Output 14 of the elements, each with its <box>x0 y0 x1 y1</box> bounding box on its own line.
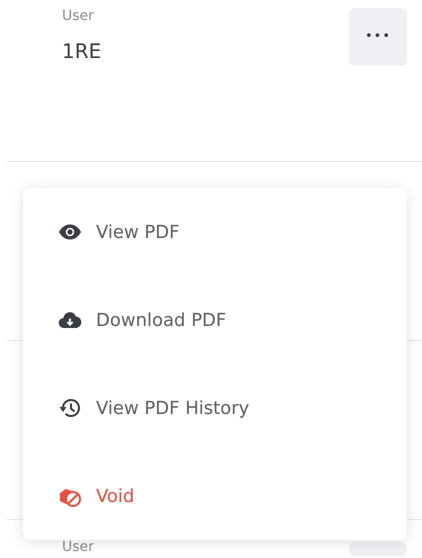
menu-item-label: Download PDF <box>96 308 226 332</box>
menu-item-label: View PDF History <box>96 396 250 420</box>
more-button[interactable] <box>349 542 407 556</box>
menu-item[interactable]: Void <box>23 452 407 540</box>
history-icon <box>58 396 82 420</box>
field-label: User <box>62 9 94 24</box>
menu-item[interactable]: View PDF <box>23 188 407 276</box>
more-button[interactable]: ••• <box>349 8 407 66</box>
menu-item[interactable]: View PDF History <box>23 364 407 452</box>
menu-item-label: Void <box>96 484 134 508</box>
menu-item[interactable]: Download PDF <box>23 276 407 364</box>
field-value: 1RE <box>62 38 102 65</box>
field-label: User <box>62 540 94 555</box>
menu-item-label: View PDF <box>96 220 180 244</box>
